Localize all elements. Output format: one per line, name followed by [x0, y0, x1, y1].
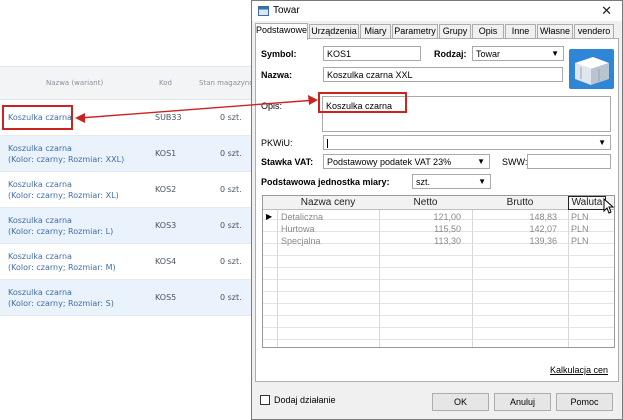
- annotation-arrow-overlay: [75, 95, 318, 123]
- mouse-cursor-icon: [603, 198, 615, 214]
- tab-podstawowe[interactable]: Podstawowe: [255, 23, 308, 40]
- annotation-arrowhead-left: [75, 113, 85, 123]
- annotation-arrow-line: [79, 99, 317, 119]
- annotation-arrowhead-right: [308, 95, 318, 105]
